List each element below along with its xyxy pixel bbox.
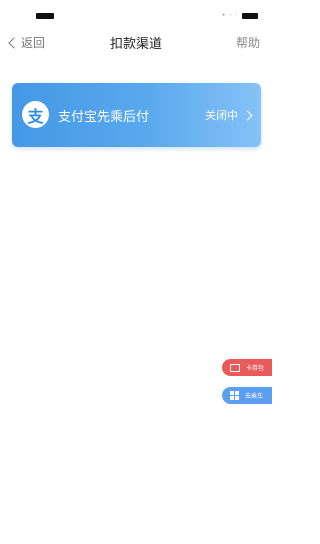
card-icon (230, 363, 240, 372)
channel-title: 支付宝先乘后付 (58, 110, 150, 125)
alipay-logo-icon: 支 (22, 101, 49, 128)
page-title: 扣款渠道 (109, 37, 162, 52)
nav-bar: 返回 扣款渠道 帮助 (0, 26, 272, 58)
coupon-float-button[interactable]: 卡券包 (222, 359, 272, 376)
ride-float-button[interactable]: 去乘车 (222, 387, 272, 404)
signal-icon: • ‧ ‧ (221, 12, 238, 19)
coupon-label: 卡券包 (246, 365, 265, 372)
chevron-right-icon (242, 110, 253, 120)
channel-status-label: 关闭中 (205, 109, 238, 122)
ride-label: 去乘车 (245, 393, 264, 400)
alipay-channel-card[interactable]: 支 支付宝先乘后付 关闭中 (12, 83, 261, 147)
channel-status: 关闭中 (205, 107, 253, 123)
status-time (36, 13, 54, 19)
help-button[interactable]: 帮助 (236, 34, 260, 51)
battery-icon (242, 13, 258, 19)
qr-code-icon (230, 391, 239, 400)
status-bar: • ‧ ‧ (0, 0, 272, 24)
